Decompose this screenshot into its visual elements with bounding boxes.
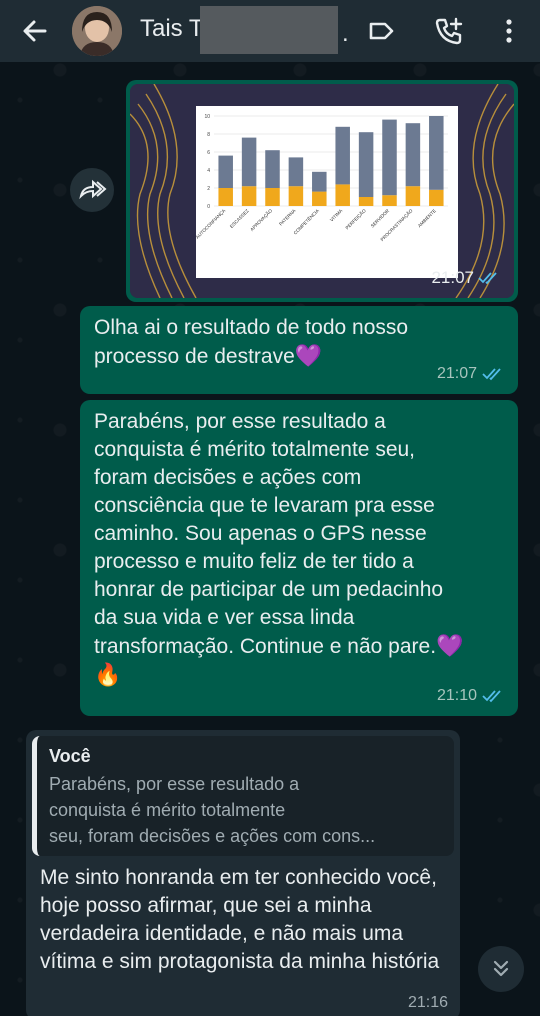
back-button[interactable] xyxy=(18,14,52,48)
x-tick-label: SERVIDOR xyxy=(370,208,391,229)
call-button[interactable] xyxy=(432,14,466,48)
message-timestamp: 21:07 xyxy=(437,360,504,388)
bar xyxy=(312,171,327,192)
scroll-to-bottom-button[interactable] xyxy=(478,946,524,992)
read-ticks-icon xyxy=(482,368,501,381)
quote-line: conquista é mérito totalmente xyxy=(49,800,286,820)
x-tick-label: ESCASSEZ xyxy=(229,208,250,229)
quoted-message[interactable]: Você Parabéns, por esse resultado a conq… xyxy=(32,736,454,856)
bar xyxy=(382,195,397,206)
y-tick-label: 10 xyxy=(204,114,210,120)
message-time: 21:07 xyxy=(436,365,477,382)
bar xyxy=(241,186,257,206)
contact-name[interactable]: Tais T xyxy=(140,15,204,43)
message-text: Parabéns, por esse resultado a conquista… xyxy=(80,400,480,690)
message-text: Olha ai o resultado de todo nosso proces… xyxy=(80,306,440,371)
chat-header: Tais T . xyxy=(0,0,540,62)
bar xyxy=(335,184,350,206)
read-ticks-icon xyxy=(482,690,501,703)
chart-image[interactable]: 0 2 4 6 8 10 AUTOCONFIANÇA ESCASSEZ APROVAÇÃO PAT… xyxy=(130,84,514,298)
bar xyxy=(265,150,280,188)
chart-card: 0 2 4 6 8 10 AUTOCONFIANÇA ESCASSEZ APROVAÇÃO PAT… xyxy=(195,106,458,278)
y-tick-label: 0 xyxy=(207,204,210,210)
bar xyxy=(218,188,233,206)
menu-button[interactable] xyxy=(492,14,526,48)
quote-author: Você xyxy=(49,746,91,766)
arrow-left-icon xyxy=(23,20,47,42)
bar xyxy=(265,188,280,206)
y-tick-label: 2 xyxy=(207,186,210,192)
y-tick-label: 6 xyxy=(207,150,210,156)
bar xyxy=(358,132,374,197)
bar xyxy=(405,186,421,206)
x-tick-label: PERFEIÇÃO xyxy=(344,207,367,230)
bar xyxy=(288,186,304,206)
message-body: Parabéns, por esse resultado a conquista… xyxy=(94,410,444,658)
quote-line: Parabéns, por esse resultado a xyxy=(49,774,300,794)
phone-add-icon xyxy=(435,17,463,45)
bar xyxy=(335,126,350,185)
quote-line: seu, foram decisões e ações com cons... xyxy=(49,826,376,846)
label-button[interactable] xyxy=(364,14,398,48)
avatar[interactable] xyxy=(72,6,122,56)
image-timestamp: 21:07 xyxy=(431,268,500,288)
x-tick-label: COMPETÊNCIA xyxy=(291,206,320,235)
bar xyxy=(429,189,444,206)
message-timestamp: 21:10 xyxy=(437,682,504,710)
double-chevron-down-icon xyxy=(493,960,509,977)
bar xyxy=(312,191,327,206)
bar xyxy=(288,157,304,187)
outgoing-message[interactable]: Olha ai o resultado de todo nosso proces… xyxy=(80,306,518,394)
heart-emoji: 💜 xyxy=(294,343,323,368)
forward-button[interactable] xyxy=(70,168,114,212)
message-time: 21:16 xyxy=(407,994,448,1011)
x-tick-label: VITIMA xyxy=(329,208,344,223)
message-time: 21:10 xyxy=(436,687,477,704)
image-message[interactable]: 0 2 4 6 8 10 AUTOCONFIANÇA ESCASSEZ APROVAÇÃO PAT… xyxy=(126,80,518,302)
bar xyxy=(358,197,374,206)
bar xyxy=(241,137,257,187)
bar xyxy=(218,155,233,188)
bar-chart: 0 2 4 6 8 10 AUTOCONFIANÇA ESCASSEZ APROVAÇÃO PAT… xyxy=(195,114,448,242)
y-tick-label: 4 xyxy=(207,168,210,174)
forward-icon xyxy=(79,179,107,200)
x-tick-label: PATERNA xyxy=(278,208,297,227)
outgoing-message[interactable]: Parabéns, por esse resultado a conquista… xyxy=(80,400,518,716)
image-time: 21:07 xyxy=(431,268,474,287)
y-tick-label: 8 xyxy=(207,132,210,138)
message-body: Olha ai o resultado de todo nosso proces… xyxy=(94,316,409,368)
redaction-box xyxy=(200,6,338,54)
message-body: Me sinto honranda em ter conhecido você,… xyxy=(40,866,440,973)
label-icon xyxy=(369,22,394,40)
contact-name-suffix: . xyxy=(342,20,349,47)
x-tick-label: AMBIENTE xyxy=(417,208,437,228)
more-vertical-icon xyxy=(506,19,512,43)
x-tick-label: AUTOCONFIANÇA xyxy=(196,208,227,240)
incoming-message[interactable]: Você Parabéns, por esse resultado a conq… xyxy=(26,730,460,1016)
bar xyxy=(405,123,421,187)
bar xyxy=(382,119,397,196)
read-ticks-icon xyxy=(478,272,497,285)
bar xyxy=(429,116,444,190)
x-tick-label: APROVAÇÃO xyxy=(249,207,274,232)
